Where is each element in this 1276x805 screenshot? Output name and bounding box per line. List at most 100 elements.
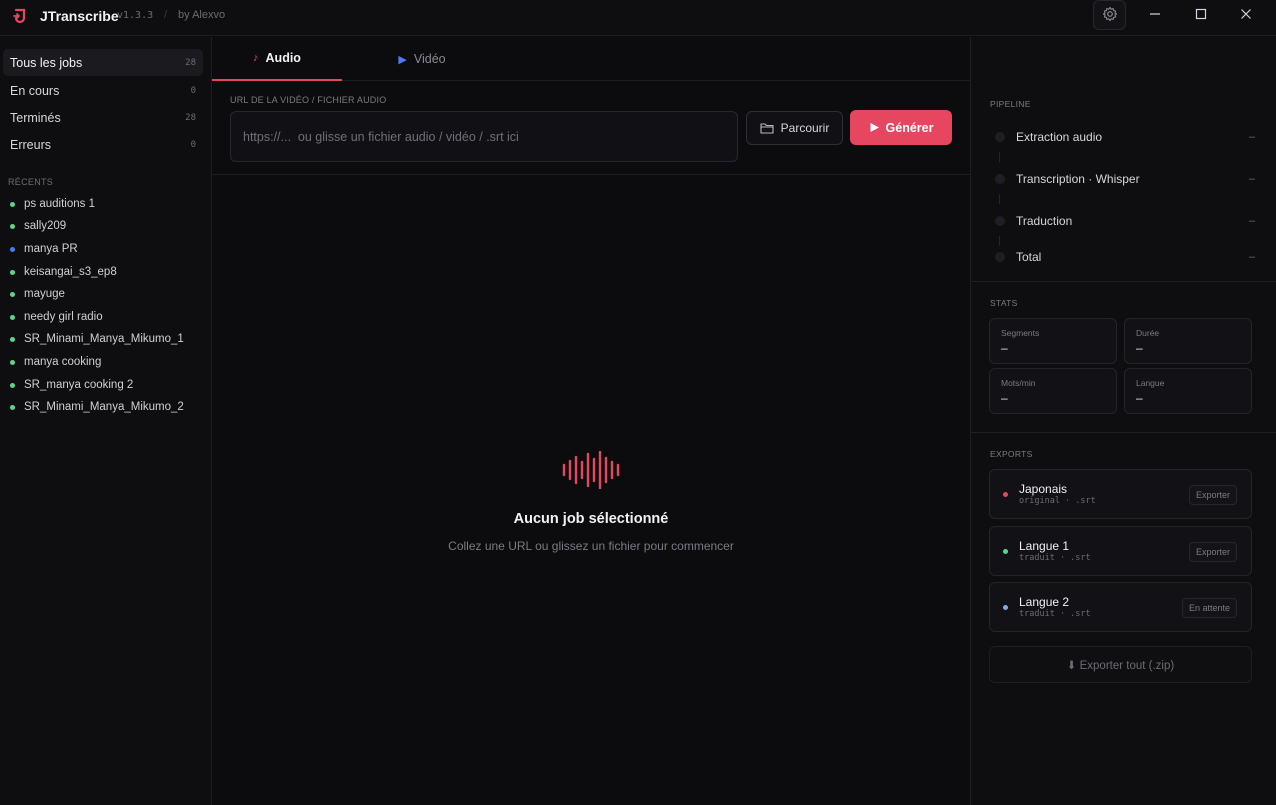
recent-item[interactable]: ps auditions 1 bbox=[10, 195, 95, 213]
app-logo-icon bbox=[12, 8, 28, 24]
status-dot bbox=[1003, 605, 1008, 610]
stat-label: Langue bbox=[1136, 378, 1165, 388]
step-label: Transcription · Whisper bbox=[1016, 172, 1140, 186]
generate-label: Générer bbox=[885, 120, 934, 135]
recent-item[interactable]: manya cooking bbox=[10, 353, 101, 371]
app-window: JTranscribe v1.3.3 / by Alexvo Tous les … bbox=[0, 0, 1276, 805]
app-author: by Alexvo bbox=[178, 9, 226, 21]
recent-section-title: RÉCENTS bbox=[8, 177, 54, 187]
sidebar-item-count: 0 bbox=[190, 139, 196, 150]
stat-card-words-per-min: Mots/min – bbox=[989, 368, 1117, 414]
step-dot bbox=[995, 216, 1005, 226]
tab-label: Vidéo bbox=[413, 52, 446, 66]
recent-item-label: SR_Minami_Manya_Mikumo_2 bbox=[24, 401, 184, 413]
stat-label: Mots/min bbox=[1001, 378, 1036, 388]
status-dot bbox=[10, 359, 15, 365]
status-dot bbox=[10, 246, 15, 252]
stat-value: – bbox=[1001, 341, 1008, 355]
recent-item-label: needy girl radio bbox=[24, 311, 103, 323]
main-panel: ♪ Audio ▶ Vidéo URL DE LA VIDÉO / FICHIE… bbox=[212, 37, 970, 805]
export-item: Langue 2 traduit · .srt En attente bbox=[989, 582, 1252, 632]
settings-button[interactable] bbox=[1093, 0, 1126, 30]
stat-label: Segments bbox=[1001, 328, 1040, 338]
stat-value: – bbox=[1136, 391, 1143, 405]
sidebar-item-in-progress[interactable]: En cours 0 bbox=[3, 77, 203, 104]
status-dot bbox=[1003, 549, 1008, 554]
sidebar-item-label: Terminés bbox=[10, 110, 61, 125]
stat-card-language: Langue – bbox=[1124, 368, 1252, 414]
divider bbox=[212, 174, 970, 175]
sidebar-item-count: 28 bbox=[185, 57, 196, 68]
tab-label: Audio bbox=[265, 51, 301, 65]
export-all-button[interactable]: ⬇ Exporter tout (.zip) bbox=[989, 646, 1252, 683]
recent-item[interactable]: mayuge bbox=[10, 285, 65, 303]
status-dot bbox=[10, 201, 15, 207]
export-button[interactable]: Exporter bbox=[1188, 485, 1237, 505]
divider bbox=[971, 281, 1276, 282]
step-value: – bbox=[1248, 173, 1255, 185]
stat-value: – bbox=[1001, 391, 1008, 405]
recent-item[interactable]: SR_manya cooking 2 bbox=[10, 376, 133, 394]
pipeline-step: Transcription · Whisper – bbox=[995, 170, 1255, 188]
step-value: – bbox=[1248, 131, 1255, 143]
step-dot bbox=[995, 174, 1005, 184]
app-version: v1.3.3 bbox=[117, 10, 154, 21]
status-dot bbox=[1003, 492, 1008, 497]
details-panel: PIPELINE Extraction audio – Transcriptio… bbox=[970, 37, 1276, 805]
sidebar-item-count: 28 bbox=[185, 112, 196, 123]
recent-item[interactable]: manya PR bbox=[10, 240, 78, 258]
recent-item-label: keisangai_s3_ep8 bbox=[24, 266, 117, 278]
stat-card-segments: Segments – bbox=[989, 318, 1117, 364]
stat-card-duration: Durée – bbox=[1124, 318, 1252, 364]
export-meta: original · .srt bbox=[1019, 496, 1096, 506]
divider bbox=[971, 432, 1276, 433]
sidebar-item-all-jobs[interactable]: Tous les jobs 28 bbox=[3, 49, 203, 76]
minimize-button[interactable] bbox=[1143, 4, 1167, 26]
recent-item[interactable]: SR_Minami_Manya_Mikumo_2 bbox=[10, 398, 184, 416]
browse-button[interactable]: Parcourir bbox=[746, 111, 843, 145]
recent-item[interactable]: sally209 bbox=[10, 217, 66, 235]
exports-title: EXPORTS bbox=[990, 449, 1033, 459]
maximize-icon bbox=[1195, 8, 1207, 23]
sidebar-item-errors[interactable]: Erreurs 0 bbox=[3, 131, 203, 158]
title-bar: JTranscribe v1.3.3 / by Alexvo bbox=[0, 0, 1276, 36]
pipeline-step: Traduction – bbox=[995, 212, 1255, 230]
close-button[interactable] bbox=[1234, 4, 1258, 26]
pending-badge: En attente bbox=[1181, 598, 1237, 618]
empty-state-subtitle: Collez une URL ou glissez un fichier pou… bbox=[448, 539, 734, 553]
stat-value: – bbox=[1136, 341, 1143, 355]
sidebar-item-label: Erreurs bbox=[10, 137, 51, 152]
export-item: Japonais original · .srt Exporter bbox=[989, 469, 1252, 519]
media-tabs: ♪ Audio ▶ Vidéo bbox=[212, 37, 970, 81]
recent-item-label: sally209 bbox=[24, 220, 67, 232]
tab-audio[interactable]: ♪ Audio bbox=[212, 37, 342, 81]
play-icon bbox=[869, 122, 880, 133]
recent-item[interactable]: keisangai_s3_ep8 bbox=[10, 263, 117, 281]
empty-state-title: Aucun job sélectionné bbox=[513, 511, 669, 527]
generate-button[interactable]: Générer bbox=[850, 110, 952, 145]
recent-item[interactable]: SR_Minami_Manya_Mikumo_1 bbox=[10, 330, 184, 348]
step-dot bbox=[995, 252, 1005, 262]
url-input[interactable] bbox=[230, 111, 738, 162]
app-name: JTranscribe bbox=[40, 8, 119, 24]
gear-icon bbox=[1102, 6, 1118, 25]
export-name: Langue 2 bbox=[1019, 595, 1070, 609]
export-name: Japonais bbox=[1019, 482, 1068, 496]
url-field-label: URL DE LA VIDÉO / FICHIER AUDIO bbox=[230, 95, 387, 105]
maximize-button[interactable] bbox=[1189, 4, 1213, 26]
step-value: – bbox=[1248, 251, 1255, 263]
minimize-icon bbox=[1149, 8, 1161, 23]
sidebar-item-label: En cours bbox=[10, 83, 60, 98]
tab-video[interactable]: ▶ Vidéo bbox=[357, 37, 487, 81]
recent-item[interactable]: needy girl radio bbox=[10, 308, 103, 326]
export-button[interactable]: Exporter bbox=[1188, 542, 1237, 562]
recent-item-label: manya PR bbox=[24, 243, 78, 255]
sidebar-item-completed[interactable]: Terminés 28 bbox=[3, 104, 203, 131]
recent-item-label: SR_Minami_Manya_Mikumo_1 bbox=[24, 333, 184, 345]
export-meta: traduit · .srt bbox=[1019, 609, 1091, 619]
step-dot bbox=[995, 132, 1005, 142]
browse-label: Parcourir bbox=[780, 121, 830, 135]
pipeline-connector bbox=[999, 152, 1000, 162]
export-name: Langue 1 bbox=[1019, 539, 1070, 553]
step-value: – bbox=[1248, 215, 1255, 227]
